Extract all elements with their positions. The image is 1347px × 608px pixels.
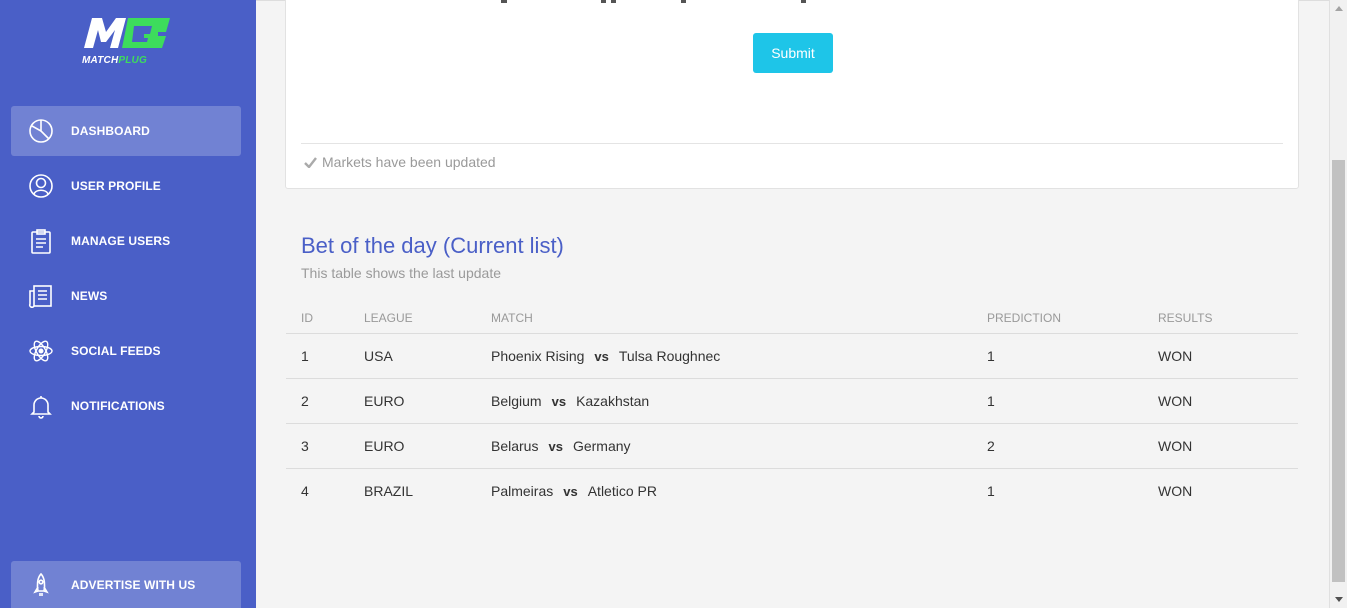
cell-match: Palmeiras vs Atletico PR bbox=[476, 468, 972, 513]
cell-league: USA bbox=[349, 333, 476, 379]
vs-label: vs bbox=[551, 393, 567, 409]
bets-table: ID LEAGUE MATCH PREDICTION RESULTS 1 USA… bbox=[286, 303, 1298, 513]
rocket-icon bbox=[27, 571, 55, 599]
home-team: Palmeiras bbox=[491, 482, 554, 499]
advertise-label: ADVERTISE WITH US bbox=[71, 577, 196, 592]
pie-chart-icon bbox=[27, 117, 55, 145]
card-divider bbox=[301, 143, 1283, 144]
scroll-up-arrow-icon[interactable] bbox=[1330, 0, 1347, 17]
cell-id: 2 bbox=[286, 378, 349, 424]
cell-league: EURO bbox=[349, 423, 476, 469]
cell-result: WON bbox=[1143, 423, 1298, 469]
cell-result: WON bbox=[1143, 378, 1298, 424]
vs-label: vs bbox=[594, 348, 609, 364]
cell-match: Belgium vs Kazakhstan bbox=[476, 378, 972, 424]
home-team: Belgium bbox=[491, 392, 542, 409]
col-header-match: MATCH bbox=[476, 303, 972, 334]
markets-card: Submit Markets have been updated bbox=[285, 0, 1299, 189]
check-icon bbox=[304, 156, 317, 168]
cell-match: Belarus vs Germany bbox=[476, 423, 972, 469]
table-row: 3 EURO Belarus vs Germany 2 WON bbox=[286, 423, 1298, 469]
away-team: Atletico PR bbox=[587, 482, 657, 499]
user-icon bbox=[27, 172, 55, 200]
away-team: Tulsa Roughnec bbox=[618, 347, 721, 364]
status-text: Markets have been updated bbox=[322, 154, 496, 170]
cell-league: BRAZIL bbox=[364, 482, 414, 499]
sidebar-item-label: SOCIAL FEEDS bbox=[71, 344, 161, 358]
atom-icon bbox=[27, 337, 55, 365]
sidebar-item-user-profile[interactable]: USER PROFILE bbox=[11, 161, 241, 211]
sidebar-item-label: NOTIFICATIONS bbox=[71, 399, 165, 413]
sidebar: MATCHPLUG DASHBOARD USER PROFILE MANAGE … bbox=[0, 0, 256, 608]
status-message: Markets have been updated bbox=[304, 154, 496, 170]
sidebar-item-label: USER PROFILE bbox=[71, 179, 161, 193]
sidebar-item-news[interactable]: NEWS bbox=[11, 271, 241, 321]
table-row: 1 USA Phoenix Rising vs Tulsa Roughnec 1 W… bbox=[286, 333, 1298, 379]
advertise-button[interactable]: ADVERTISE WITH US bbox=[11, 561, 241, 608]
page-title: Bet of the day (Current list) bbox=[301, 233, 564, 258]
cut-off-text bbox=[501, 0, 806, 3]
cell-id: 1 bbox=[286, 333, 349, 379]
sidebar-item-notifications[interactable]: NOTIFICATIONS bbox=[11, 381, 241, 431]
col-header-id: ID bbox=[286, 303, 349, 334]
sidebar-item-manage-users[interactable]: MANAGE USERS bbox=[11, 216, 241, 266]
cell-id: 3 bbox=[286, 423, 349, 469]
cell-prediction: 1 bbox=[972, 333, 1143, 379]
cell-prediction: 1 bbox=[987, 482, 995, 499]
vs-label: vs bbox=[563, 483, 578, 499]
scrollbar-thumb[interactable] bbox=[1332, 160, 1345, 582]
cell-result: WON bbox=[1158, 482, 1193, 499]
sidebar-item-label: DASHBOARD bbox=[71, 124, 150, 138]
cell-result: WON bbox=[1143, 333, 1298, 379]
table-header-row: ID LEAGUE MATCH PREDICTION RESULTS bbox=[286, 303, 1298, 334]
sidebar-item-label: MANAGE USERS bbox=[71, 234, 171, 248]
col-header-results: RESULTS bbox=[1143, 303, 1298, 334]
col-header-league: LEAGUE bbox=[349, 303, 476, 334]
cell-match: Phoenix Rising vs Tulsa Roughnec bbox=[476, 333, 972, 379]
away-team: Germany bbox=[572, 437, 631, 454]
sidebar-item-dashboard[interactable]: DASHBOARD bbox=[11, 106, 241, 156]
newspaper-icon bbox=[27, 282, 55, 310]
vertical-scrollbar[interactable] bbox=[1329, 0, 1347, 608]
page-subtitle: This table shows the last update bbox=[301, 265, 502, 281]
sidebar-item-social-feeds[interactable]: SOCIAL FEEDS bbox=[11, 326, 241, 376]
cell-prediction: 1 bbox=[972, 378, 1143, 424]
logo-wordmark: MATCHPLUG bbox=[82, 55, 147, 66]
col-header-prediction: PREDICTION bbox=[972, 303, 1143, 334]
cell-prediction: 2 bbox=[972, 423, 1143, 469]
cell-league: EURO bbox=[349, 378, 476, 424]
sidebar-item-label: NEWS bbox=[71, 289, 108, 303]
home-team: Belarus bbox=[491, 437, 539, 454]
away-team: Kazakhstan bbox=[576, 392, 650, 409]
clipboard-icon bbox=[27, 227, 55, 255]
vs-label: vs bbox=[548, 438, 563, 454]
scroll-down-arrow-icon[interactable] bbox=[1330, 591, 1347, 608]
table-row: 2 EURO Belgium vs Kazakhstan 1 WON bbox=[286, 378, 1298, 424]
home-team: Phoenix Rising bbox=[491, 347, 585, 364]
table-row: 4 BRAZIL Palmeiras vs Atletico PR 1 WON bbox=[286, 468, 1298, 513]
cell-id: 4 bbox=[301, 482, 309, 499]
bell-icon bbox=[27, 392, 55, 420]
submit-button[interactable]: Submit bbox=[753, 33, 833, 73]
